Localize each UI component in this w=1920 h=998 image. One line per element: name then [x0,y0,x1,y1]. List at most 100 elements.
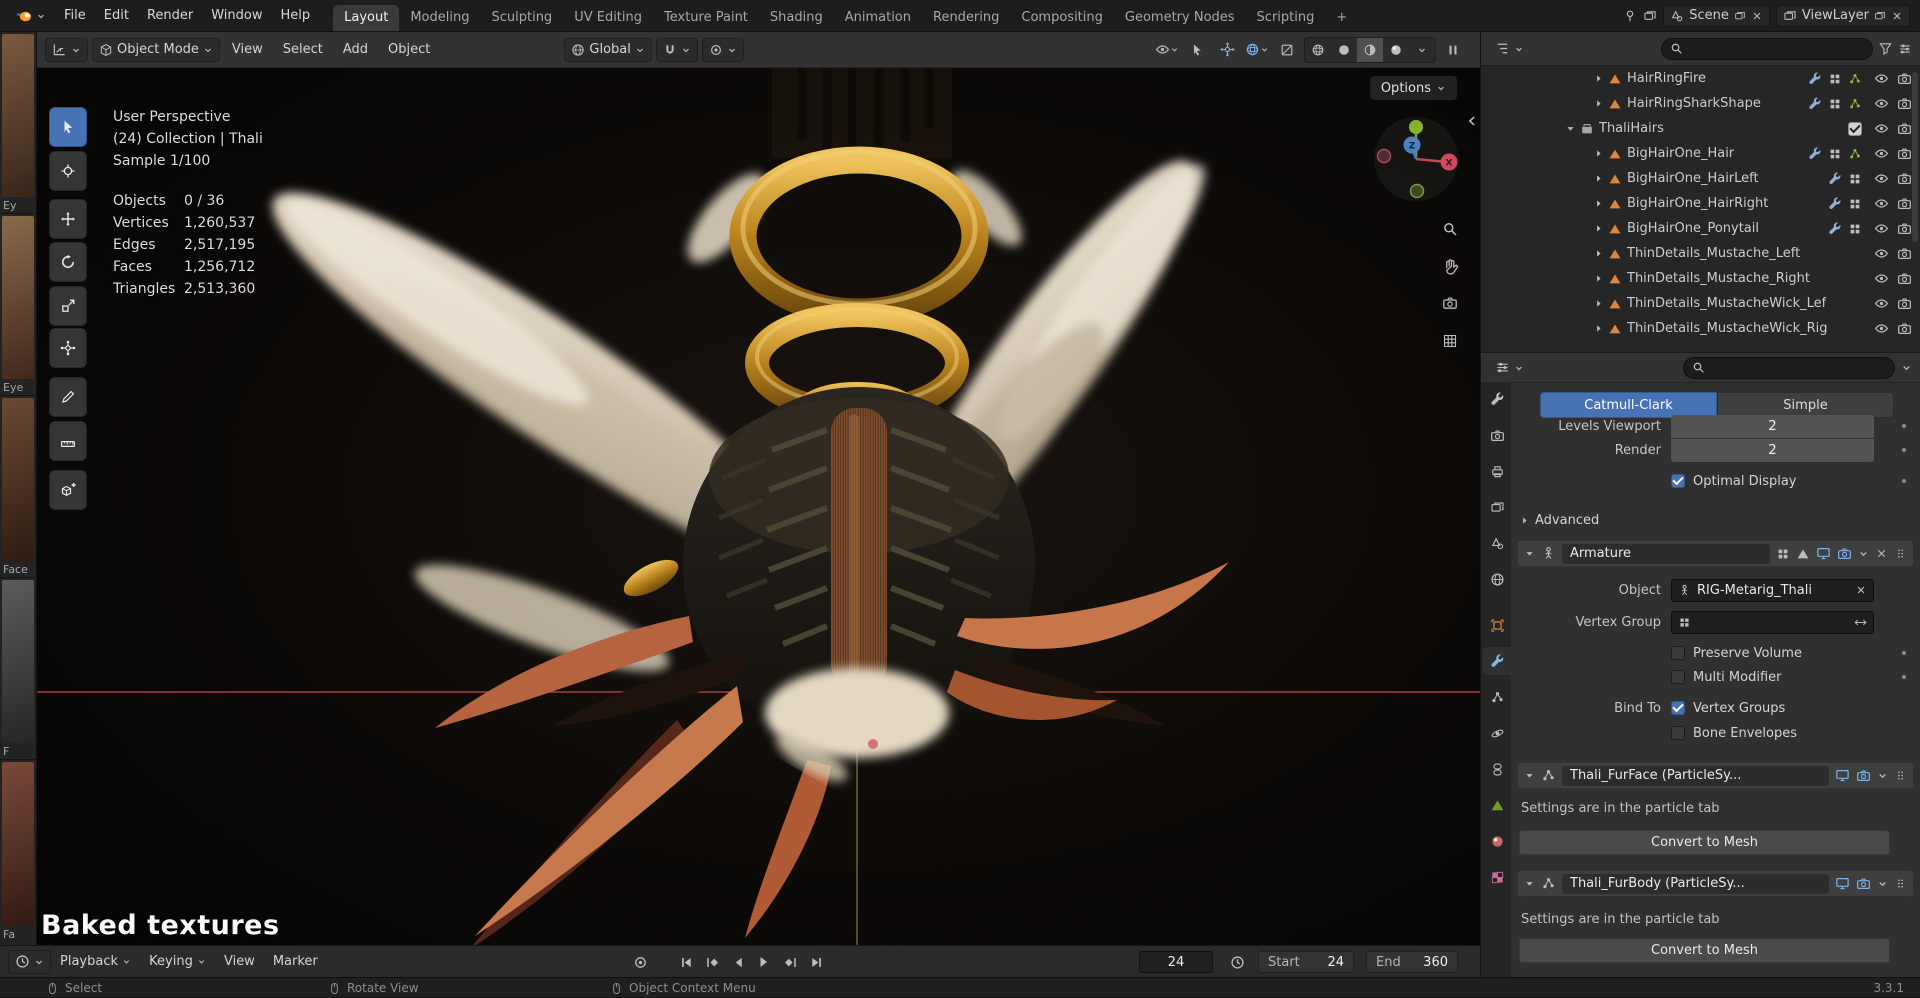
hide-eye-toggle[interactable] [1874,321,1889,336]
prev-keyframe-button[interactable] [700,950,724,974]
tool-select-box[interactable] [49,107,87,147]
furface-modifier-header[interactable]: Thali_FurFace (ParticleSy... [1517,762,1914,789]
invert-icon[interactable] [1854,616,1867,629]
next-keyframe-button[interactable] [778,950,802,974]
viewlayer-selector[interactable]: ViewLayer [1775,4,1910,27]
drag-handle-icon[interactable] [1894,769,1907,782]
menu-add[interactable]: Add [335,38,376,62]
edit-mode-toggle[interactable] [1796,547,1810,561]
render-visibility-toggle[interactable] [1897,321,1912,336]
tool-annotate[interactable] [49,377,87,417]
extras-dropdown-icon[interactable] [1877,770,1888,781]
vertex-group-icon[interactable] [1828,97,1842,111]
render-visibility-toggle[interactable] [1897,146,1912,161]
gizmo-x-label[interactable]: X [1446,159,1453,169]
furbody-modifier-header[interactable]: Thali_FurBody (ParticleSy... [1517,870,1914,897]
armature-modifier-header[interactable]: Armature [1517,540,1914,567]
tab-modifiers[interactable] [1483,647,1511,675]
snap-toggle[interactable] [655,37,698,62]
transform-orientation-dropdown[interactable]: Global [564,37,652,62]
close-icon[interactable] [1875,547,1888,560]
expand-icon[interactable] [1593,248,1604,259]
pause-button[interactable] [1440,38,1466,62]
extras-dropdown-icon[interactable] [1877,878,1888,889]
realtime-display-toggle[interactable] [1816,546,1831,561]
expand-icon[interactable] [1593,223,1604,234]
realtime-display-toggle[interactable] [1835,876,1850,891]
menu-object[interactable]: Object [380,38,438,62]
hide-eye-toggle[interactable] [1874,96,1889,111]
editor-type-button[interactable] [45,37,88,62]
selectability-toggle[interactable] [1184,38,1210,62]
ortho-toggle-button[interactable] [1435,326,1465,356]
outliner-row[interactable]: ThinDetails_MustacheWick_Lef [1481,291,1920,316]
modifier-name-field[interactable]: Armature [1562,543,1770,564]
modifier-icon[interactable] [1828,172,1842,186]
optimal-display-checkbox[interactable] [1671,474,1685,488]
tool-add-cube[interactable] [49,470,87,510]
vertex-group-icon[interactable] [1848,172,1862,186]
tab-modeling[interactable]: Modeling [399,5,480,31]
menu-help[interactable]: Help [272,0,320,31]
decorator-dot[interactable] [1902,424,1906,428]
tab-scripting[interactable]: Scripting [1246,5,1326,31]
expand-icon[interactable] [1593,173,1604,184]
drag-handle-icon[interactable] [1894,547,1907,560]
hide-eye-toggle[interactable] [1874,196,1889,211]
tab-render[interactable] [1483,421,1511,449]
new-viewlayer-icon[interactable] [1874,10,1886,22]
tab-physics[interactable] [1483,719,1511,747]
tab-compositing[interactable]: Compositing [1010,5,1114,31]
chevron-down-icon[interactable] [1901,362,1912,373]
shading-rendered-button[interactable] [1383,38,1409,62]
close-icon[interactable] [1891,10,1903,22]
xray-toggle[interactable] [1274,38,1300,62]
viewport-3d[interactable]: User Perspective (24) Collection | Thali… [37,68,1480,945]
tab-geometry-nodes[interactable]: Geometry Nodes [1114,5,1246,31]
tab-material[interactable] [1483,827,1511,855]
gizmo-z-label[interactable]: Z [1409,142,1416,152]
render-display-toggle[interactable] [1837,546,1852,561]
blender-menu-button[interactable] [6,0,55,31]
hide-eye-toggle[interactable] [1874,271,1889,286]
outliner-row[interactable]: BigHairOne_Hair [1481,141,1920,166]
jump-to-start-button[interactable] [674,950,698,974]
modifier-icon[interactable] [1808,147,1822,161]
drag-handle-icon[interactable] [1894,877,1907,890]
menu-marker[interactable]: Marker [264,950,327,974]
outliner-row[interactable]: HairRingSharkShape [1481,91,1920,116]
render-visibility-toggle[interactable] [1897,196,1912,211]
tab-texture[interactable] [1483,863,1511,891]
armature-object-field[interactable]: RIG-Metarig_Thali [1671,578,1874,602]
vertex-group-icon[interactable] [1848,197,1862,211]
show-overlays-toggle[interactable] [1244,38,1270,62]
render-visibility-toggle[interactable] [1897,271,1912,286]
modifier-icon[interactable] [1828,222,1842,236]
shading-material-button[interactable] [1357,37,1383,62]
properties-editor-type-button[interactable] [1489,356,1530,380]
collapse-icon[interactable] [1524,770,1535,781]
decorator-dot[interactable] [1902,479,1906,483]
new-scene-icon[interactable] [1734,10,1746,22]
shading-wireframe-button[interactable] [1305,38,1331,62]
outliner-row[interactable]: BigHairOne_HairLeft [1481,166,1920,191]
menu-render[interactable]: Render [138,0,202,31]
render-visibility-toggle[interactable] [1897,221,1912,236]
expand-icon[interactable] [1593,148,1604,159]
tab-object-data[interactable] [1483,791,1511,819]
proportional-edit-toggle[interactable] [701,37,744,62]
outliner-row[interactable]: ThinDetails_Mustache_Right [1481,266,1920,291]
vertex-group-icon[interactable] [1848,222,1862,236]
tab-layout[interactable]: Layout [333,5,400,31]
tool-rotate[interactable] [49,242,87,282]
extras-dropdown-icon[interactable] [1858,548,1869,559]
current-frame-field[interactable]: 24 [1139,951,1213,973]
vertex-groups-checkbox[interactable] [1671,701,1685,715]
hide-eye-toggle[interactable] [1874,246,1889,261]
render-visibility-toggle[interactable] [1897,96,1912,111]
zoom-button[interactable] [1435,214,1465,244]
render-visibility-toggle[interactable] [1897,121,1912,136]
tab-texture-paint[interactable]: Texture Paint [653,5,759,31]
modifier-icon[interactable] [1808,72,1822,86]
tab-output[interactable] [1483,457,1511,485]
